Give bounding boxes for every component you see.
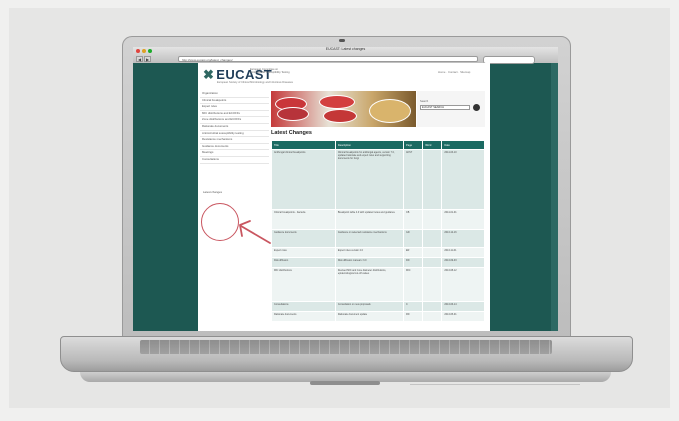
row-word <box>422 149 443 210</box>
back-button[interactable]: ◀ <box>136 56 143 62</box>
row-description: Guidance on selected resistance mechanis… <box>334 229 405 248</box>
laptop-screen: EUCAST: Latest changes ◀ ▶ http://www.eu… <box>133 47 558 331</box>
row-word <box>422 301 443 312</box>
column-header: Title <box>271 140 336 150</box>
row-word <box>422 247 443 258</box>
row-title-link[interactable]: Antifungal clinical breakpoints <box>271 149 336 210</box>
row-page: DD <box>403 257 424 268</box>
row-page: MIC <box>403 267 424 302</box>
row-date: 2013-12-16 <box>441 229 485 248</box>
row-page: C <box>403 301 424 312</box>
row-word <box>422 311 443 322</box>
search-label: Search <box>420 100 429 103</box>
search-input[interactable]: EUCAST SEARCH <box>420 105 470 110</box>
laptop-camera <box>339 39 345 42</box>
row-title-link[interactable]: Guidance documents <box>271 229 336 248</box>
browser-search-field[interactable] <box>483 56 535 64</box>
web-page: ✖ EUCAST European Committee on Antimicrob… <box>198 63 490 331</box>
laptop-trackpad-notch <box>310 381 380 385</box>
row-date: 2013-06-14 <box>441 301 485 312</box>
row-description: Rationale document update <box>334 311 405 322</box>
row-description: Clinical breakpoints for antifungal agen… <box>334 149 405 210</box>
sidebar-item-latest-changes[interactable]: Latest changes <box>200 190 269 194</box>
row-title-link[interactable]: Disk diffusion <box>271 257 336 268</box>
sidebar-item[interactable]: Clinical breakpoints <box>200 98 269 105</box>
table-header-row: Title Description Page Word Date <box>271 140 485 150</box>
row-word <box>422 257 443 268</box>
petri-dish-banner <box>271 91 416 127</box>
row-description: Expert rules version 2.0 <box>334 247 405 258</box>
sidebar-item[interactable]: MIC distributions and ECOFFs <box>200 111 269 118</box>
logo-subtitle: European Committee on Antimicrobial Susc… <box>250 68 290 75</box>
sidebar-item[interactable]: Zone distributions and ECOFFs <box>200 117 269 124</box>
row-date: 2013-08-12 <box>441 267 485 302</box>
search-panel: Search EUCAST SEARCH <box>417 91 485 127</box>
browser-scrollbar[interactable] <box>551 63 558 331</box>
sidebar-item[interactable]: Rationale documents <box>200 124 269 131</box>
browser-toolbar: EUCAST: Latest changes ◀ ▶ http://www.eu… <box>133 47 558 64</box>
top-links[interactable]: Home · Contact · Sitemap <box>438 70 470 74</box>
row-title-link[interactable]: Clinical breakpoints - bacteria <box>271 209 336 230</box>
petri-dish-image <box>277 107 309 121</box>
address-bar[interactable]: http://www.eucast.org/latest_changes/ <box>178 56 478 62</box>
annotation-circle <box>201 203 239 241</box>
row-word <box>422 267 443 302</box>
forward-button[interactable]: ▶ <box>144 56 151 62</box>
row-page: CB <box>403 209 424 230</box>
row-date: 2013-05-01 <box>441 311 485 322</box>
sidebar-nav: Organization Clinical breakpoints Expert… <box>200 91 269 194</box>
petri-dish-image <box>319 95 355 109</box>
row-word <box>422 229 443 248</box>
table-row[interactable]: Expert rules Expert rules version 2.0 ER… <box>271 247 485 258</box>
row-title-link[interactable]: Rationale documents <box>271 311 336 322</box>
row-date: 2014-01-01 <box>441 209 485 230</box>
eucast-cross-icon: ✖ <box>203 67 215 82</box>
row-page: ER <box>403 247 424 258</box>
row-page: AFST <box>403 149 424 210</box>
sidebar-item[interactable]: Organization <box>200 91 269 98</box>
row-title-link[interactable]: Expert rules <box>271 247 336 258</box>
petri-dish-image <box>323 109 357 123</box>
table-row[interactable]: Rationale documents Rationale document u… <box>271 311 485 322</box>
page-title: Latest Changes <box>271 130 312 136</box>
column-header: Date <box>441 140 485 150</box>
row-page: GD <box>403 229 424 248</box>
column-header: Page <box>403 140 424 150</box>
row-date: 2013-11-01 <box>441 247 485 258</box>
sidebar-item[interactable]: Guidance documents <box>200 144 269 151</box>
row-description: Disk diffusion manual v 3.0 <box>334 257 405 268</box>
sidebar-item[interactable]: Meetings <box>200 150 269 157</box>
petri-dish-image <box>369 99 411 123</box>
row-title-link[interactable]: MIC distributions <box>271 267 336 302</box>
table-row[interactable]: Consultations Consultation on new propos… <box>271 301 485 312</box>
table-row[interactable]: Antifungal clinical breakpoints Clinical… <box>271 149 485 210</box>
table-row[interactable]: MIC distributions Revised MIC and zone d… <box>271 267 485 302</box>
table-row[interactable]: Clinical breakpoints - bacteria Breakpoi… <box>271 209 485 230</box>
row-description: Revised MIC and zone diameter distributi… <box>334 267 405 302</box>
row-description: Consultation on new proposals <box>334 301 405 312</box>
sidebar-item[interactable]: Expert rules <box>200 104 269 111</box>
row-word <box>422 209 443 230</box>
table-row[interactable]: Guidance documents Guidance on selected … <box>271 229 485 248</box>
laptop-keyboard <box>140 340 552 354</box>
column-header: Description <box>334 140 405 150</box>
laptop-speaker-grille <box>410 384 580 385</box>
annotation-arrow-icon <box>239 220 271 244</box>
site-tagline: European Society of Clinical Microbiolog… <box>217 81 293 84</box>
sidebar-item[interactable]: Antimicrobial susceptibility testing <box>200 131 269 138</box>
row-date: 2014-03-10 <box>441 149 485 210</box>
row-date: 2013-09-03 <box>441 257 485 268</box>
sidebar-item[interactable]: Consultations <box>200 157 269 164</box>
row-description: Breakpoint table 4.0 with updated notes … <box>334 209 405 230</box>
row-page: RD <box>403 311 424 322</box>
search-go-button[interactable] <box>473 104 480 111</box>
window-title: EUCAST: Latest changes <box>325 47 366 51</box>
table-row[interactable]: Disk diffusion Disk diffusion manual v 3… <box>271 257 485 268</box>
latest-changes-table: Title Description Page Word Date Antifun… <box>271 140 485 322</box>
sidebar-item[interactable]: Resistance mechanisms <box>200 137 269 144</box>
row-title-link[interactable]: Consultations <box>271 301 336 312</box>
column-header: Word <box>422 140 443 150</box>
